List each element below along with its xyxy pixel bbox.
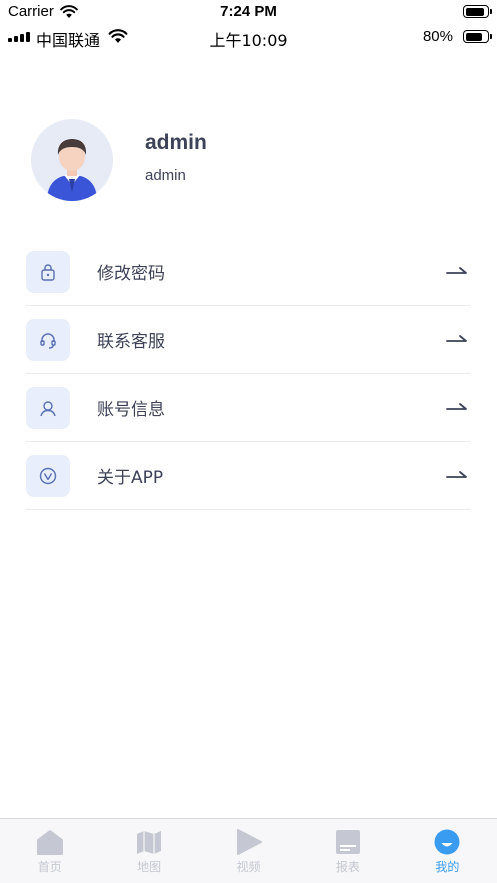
verified-v-icon (26, 454, 70, 497)
tab-bar: 首页 地图 视频 报表 我的 (0, 818, 497, 883)
tab-home[interactable]: 首页 (0, 819, 99, 883)
arrow-right-icon (446, 266, 467, 274)
menu-item-label: 联系客服 (97, 332, 165, 352)
tab-mine[interactable]: 我的 (398, 819, 497, 883)
play-icon (235, 829, 263, 855)
tab-report[interactable]: 报表 (298, 819, 397, 883)
menu-item-label: 修改密码 (97, 264, 165, 284)
arrow-right-icon (446, 334, 467, 342)
battery-percent: 80% (422, 28, 453, 45)
menu-item-change-password[interactable]: 修改密码 (26, 238, 470, 306)
tab-video[interactable]: 视频 (199, 819, 298, 883)
menu-item-label: 关于APP (97, 468, 164, 488)
avatar[interactable] (31, 119, 113, 201)
arrow-right-icon (446, 470, 467, 478)
tab-label: 首页 (37, 860, 62, 874)
menu-item-account-info[interactable]: 账号信息 (26, 374, 470, 442)
arrow-right-icon (446, 402, 467, 410)
tab-label: 我的 (435, 860, 460, 874)
settings-menu: 修改密码 联系客服 账号信息 关于APP (26, 238, 470, 510)
battery-icon (463, 30, 492, 43)
tab-map[interactable]: 地图 (99, 819, 198, 883)
report-icon (334, 829, 362, 855)
user-avatar-icon (47, 139, 97, 201)
menu-item-contact-support[interactable]: 联系客服 (26, 306, 470, 374)
account-id: admin (145, 167, 186, 184)
menu-item-label: 账号信息 (97, 400, 165, 420)
map-icon (135, 829, 163, 855)
tab-label: 视频 (236, 860, 261, 874)
person-icon (26, 386, 70, 429)
menu-item-about-app[interactable]: 关于APP (26, 442, 470, 510)
tab-label: 地图 (137, 860, 162, 874)
headset-icon (26, 318, 70, 361)
status-bar: 中国联通 上午10:09 80% (0, 24, 497, 50)
username: admin (145, 131, 207, 154)
simulator-status-bar: Carrier 7:24 PM (0, 0, 497, 24)
profile-smile-icon (433, 829, 461, 855)
lock-icon (26, 250, 70, 293)
home-icon (36, 829, 64, 855)
battery-icon (463, 5, 492, 18)
tab-label: 报表 (335, 860, 360, 874)
simulator-time: 7:24 PM (220, 3, 277, 20)
